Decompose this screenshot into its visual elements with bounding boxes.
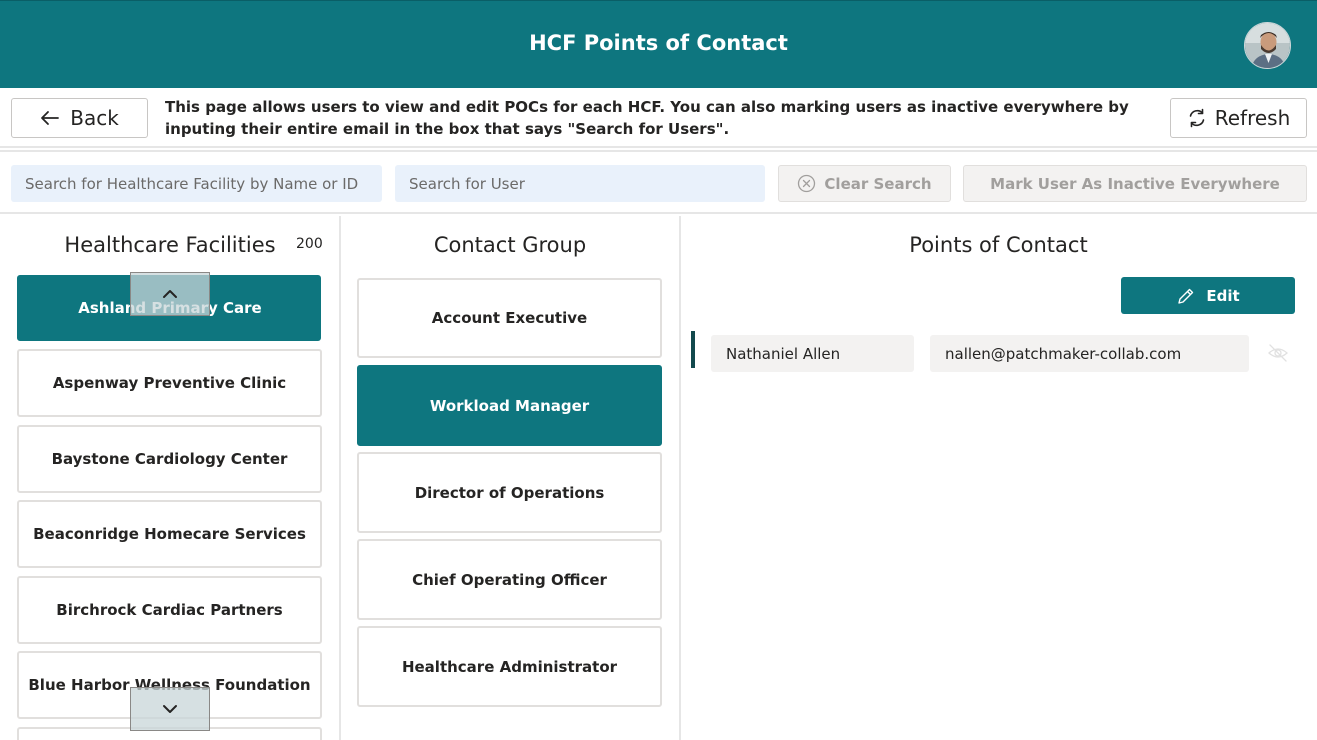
facility-item-label: Baystone Cardiology Center [51,450,288,468]
contact-group-item[interactable]: Account Executive [357,278,662,358]
facility-item[interactable]: Baystone Cardiology Center [17,425,322,493]
facilities-title: Healthcare Facilities [64,233,276,257]
contact-group-item[interactable]: Director of Operations [357,452,662,533]
clear-circle-icon [798,174,816,193]
contact-group-title: Contact Group [433,233,587,257]
contact-group-label: Account Executive [431,309,588,327]
facilities-count: 200 [296,236,323,252]
edit-button-label: Edit [1206,286,1240,305]
poc-row-indicator [691,331,695,368]
contact-group-label: Director of Operations [414,483,605,502]
info-bar: Back This page allows users to view and … [0,88,1317,148]
user-search-input[interactable] [395,165,765,202]
user-avatar[interactable] [1244,22,1291,69]
refresh-icon [1189,108,1205,128]
info-description: This page allows users to view and edit … [165,98,1129,138]
facility-search-input[interactable] [11,165,382,202]
facility-item[interactable]: Aspenway Preventive Clinic [17,349,322,417]
chevron-up-icon [163,290,177,298]
poc-title: Points of Contact [909,233,1088,257]
column-divider [339,216,341,740]
edit-button[interactable]: Edit [1121,277,1295,314]
contact-group-item[interactable]: Healthcare Administrator [357,626,662,707]
contact-group-label: Chief Operating Officer [412,570,607,589]
mark-inactive-button[interactable]: Mark User As Inactive Everywhere [963,165,1307,202]
contact-group-item[interactable]: Chief Operating Officer [357,539,662,620]
pencil-icon [1178,288,1194,304]
chevron-down-icon [163,705,177,713]
refresh-button[interactable]: Refresh [1170,98,1307,138]
clear-search-button[interactable]: Clear Search [778,165,951,202]
contact-group-item[interactable]: Workload Manager [357,365,662,446]
facility-item[interactable]: Birchrock Cardiac Partners [17,576,322,644]
page-title: HCF Points of Contact [529,31,788,55]
arrow-left-icon [41,111,60,125]
facility-item-label: Beaconridge Homecare Services [33,525,306,543]
facility-item-label: Birchrock Cardiac Partners [56,601,283,619]
search-bar: Clear Search Mark User As Inactive Every… [0,150,1317,214]
column-divider [679,216,681,740]
poc-email-field: nallen@patchmaker-collab.com [930,335,1249,372]
poc-name-field: Nathaniel Allen [711,335,914,372]
facility-item-label: Aspenway Preventive Clinic [52,374,287,392]
mark-inactive-label: Mark User As Inactive Everywhere [990,174,1280,193]
app-header: HCF Points of Contact [0,0,1317,88]
contact-group-label: Workload Manager [429,396,590,415]
refresh-button-label: Refresh [1214,106,1291,130]
back-button[interactable]: Back [11,98,148,138]
back-button-label: Back [70,106,119,130]
scroll-down-button[interactable] [130,687,210,731]
eye-off-icon[interactable] [1267,343,1289,363]
scroll-up-button[interactable] [130,272,210,316]
clear-search-label: Clear Search [824,174,932,193]
contact-group-label: Healthcare Administrator [401,657,618,676]
avatar-photo-icon [1245,23,1290,68]
facility-item[interactable]: Beaconridge Homecare Services [17,500,322,568]
